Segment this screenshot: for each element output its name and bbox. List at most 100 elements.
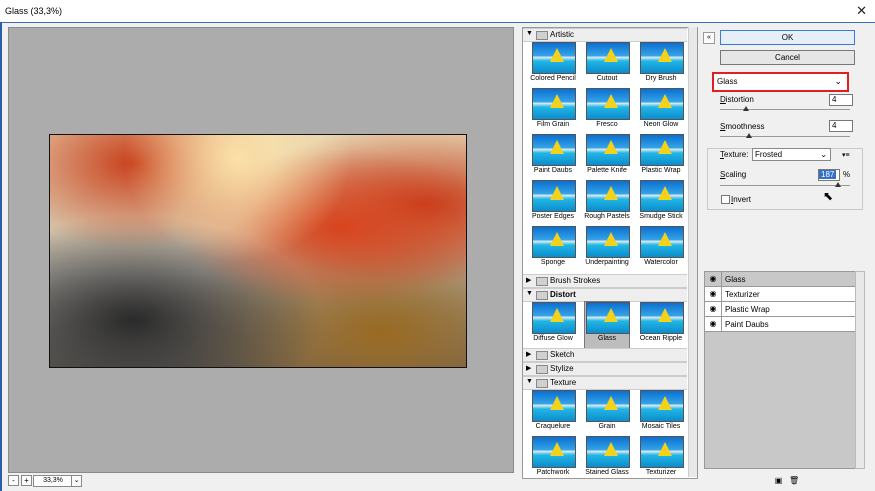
new-layer-icon[interactable]: ▣ (774, 476, 783, 485)
filter-preview-image (640, 180, 684, 212)
filter-preview-image (586, 390, 630, 422)
effect-layer-name: Texturizer (725, 290, 760, 299)
filter-thumb[interactable]: Palette Knife (585, 134, 630, 180)
filter-thumb[interactable]: Paint Daubs (531, 134, 576, 180)
filter-thumb[interactable]: Plastic Wrap (639, 134, 684, 180)
folder-icon (536, 379, 548, 388)
gallery-scrollbar[interactable] (688, 27, 697, 477)
filter-name: Diffuse Glow (533, 335, 573, 342)
eye-icon[interactable]: ◉ (705, 272, 722, 286)
category-label: Distort (550, 290, 576, 299)
effect-layer-row[interactable]: ◉ Plastic Wrap (705, 302, 855, 317)
chevron-down-icon: ⌄ (820, 150, 827, 159)
scaling-input[interactable]: 187 (818, 169, 840, 181)
layers-scrollbar[interactable] (855, 271, 865, 469)
filter-thumb[interactable]: Underpainting (585, 226, 630, 272)
texture-select[interactable]: Frosted ⌄ (752, 148, 831, 161)
invert-checkbox[interactable] (721, 195, 730, 204)
filter-thumb[interactable]: Colored Pencil (530, 42, 576, 88)
collapse-gallery-icon[interactable]: « (703, 32, 715, 44)
filter-thumb[interactable]: Smudge Stick (639, 180, 684, 226)
zoom-dropdown-icon[interactable]: ⌄ (71, 475, 82, 487)
category-distort[interactable]: ▼ Distort (523, 288, 687, 302)
folder-icon (536, 365, 548, 374)
filter-name: Texturizer (645, 469, 677, 476)
category-stylize[interactable]: ▶ Stylize (523, 362, 687, 376)
filter-thumb[interactable]: Craquelure (531, 390, 576, 436)
zoom-out-button[interactable]: - (8, 475, 19, 486)
preview-pane[interactable] (8, 27, 514, 473)
zoom-level[interactable]: 33,3% (33, 475, 73, 487)
filter-preview-image (586, 42, 630, 74)
window-edge (0, 22, 2, 491)
category-artistic[interactable]: ▼ Artistic (523, 28, 687, 42)
smoothness-slider-handle[interactable] (746, 133, 752, 138)
scaling-slider[interactable] (720, 185, 850, 186)
filter-preview-image (532, 134, 576, 166)
filter-thumb[interactable]: Stained Glass (585, 436, 630, 478)
eye-icon[interactable]: ◉ (705, 287, 722, 301)
filter-thumb[interactable]: Texturizer (639, 436, 684, 478)
filter-thumb[interactable]: Ocean Ripple (639, 302, 684, 348)
filter-name: Poster Edges (531, 213, 575, 220)
expanded-icon: ▼ (526, 290, 533, 297)
filter-thumb[interactable]: Watercolor (639, 226, 684, 272)
texture-label: Texture: (720, 150, 749, 159)
filter-thumb[interactable]: Film Grain (531, 88, 576, 134)
distortion-input[interactable]: 4 (829, 94, 853, 106)
filter-thumb[interactable]: Neon Glow (639, 88, 684, 134)
effect-layer-row[interactable]: ◉ Texturizer (705, 287, 855, 302)
eye-icon[interactable]: ◉ (705, 317, 722, 331)
category-label: Texture (550, 378, 577, 387)
filter-thumb[interactable]: Sponge (531, 226, 576, 272)
filter-name: Patchwork (536, 469, 570, 476)
ok-button[interactable]: OK (720, 30, 855, 45)
filter-thumb[interactable]: Rough Pastels (584, 180, 630, 226)
close-icon[interactable]: ✕ (856, 3, 867, 19)
filter-thumb[interactable]: Cutout (585, 42, 630, 88)
filter-gallery[interactable]: ▼ Artistic Colored Pencil Cutout Dry Brush… (522, 27, 698, 479)
filter-name: Neon Glow (643, 121, 679, 128)
effect-layer-row[interactable]: ◉ Glass (705, 272, 855, 287)
effect-layer-row[interactable]: ◉ Paint Daubs (705, 317, 855, 332)
smoothness-slider[interactable] (720, 136, 850, 137)
filter-thumb[interactable]: Poster Edges (531, 180, 576, 226)
effect-layer-name: Glass (725, 275, 746, 284)
filter-select[interactable]: Glass ⌄ (712, 72, 849, 92)
zoom-in-button[interactable]: + (21, 475, 32, 486)
filter-thumb[interactable]: Grain (585, 390, 630, 436)
preview-statusbar: - + 33,3% ⌄ (8, 474, 512, 488)
category-texture[interactable]: ▼ Texture (523, 376, 687, 390)
scaling-label: Scaling (720, 170, 747, 179)
preview-image[interactable] (49, 134, 467, 368)
texture-menu-icon[interactable]: ▾≡ (842, 151, 850, 159)
filter-preview-image (532, 42, 576, 74)
filter-preview-image (586, 134, 630, 166)
effect-layers-panel[interactable]: ◉ Glass ◉ Texturizer ◉ Plastic Wrap ◉ Paint Dau… (704, 271, 856, 469)
filter-thumb[interactable]: Mosaic Tiles (639, 390, 684, 436)
scaling-value: 187 (819, 170, 837, 179)
category-label: Brush Strokes (550, 276, 601, 285)
distortion-slider-handle[interactable] (743, 106, 749, 111)
filter-thumb[interactable]: Patchwork (531, 436, 576, 478)
filter-name: Film Grain (536, 121, 570, 128)
mouse-cursor-icon: ⬉ (823, 189, 834, 203)
filter-name: Craquelure (535, 423, 571, 430)
category-sketch[interactable]: ▶ Sketch (523, 348, 687, 362)
filter-thumb[interactable]: Diffuse Glow (531, 302, 576, 348)
distortion-slider[interactable] (720, 109, 850, 110)
category-brush-strokes[interactable]: ▶ Brush Strokes (523, 274, 687, 288)
smoothness-input[interactable]: 4 (829, 120, 853, 132)
window-title: Glass (33,3%) (5, 6, 63, 16)
scaling-slider-handle[interactable] (835, 182, 841, 187)
filter-name: Paint Daubs (533, 167, 573, 174)
filter-preview-image (586, 180, 630, 212)
filter-preview-image (640, 42, 684, 74)
filter-thumb[interactable]: Glass (584, 301, 630, 349)
filter-thumb[interactable]: Dry Brush (639, 42, 684, 88)
trash-icon[interactable]: 🗑 (789, 476, 799, 485)
filter-thumb[interactable]: Fresco (585, 88, 630, 134)
eye-icon[interactable]: ◉ (705, 302, 722, 316)
filter-preview-image (640, 390, 684, 422)
cancel-button[interactable]: Cancel (720, 50, 855, 65)
